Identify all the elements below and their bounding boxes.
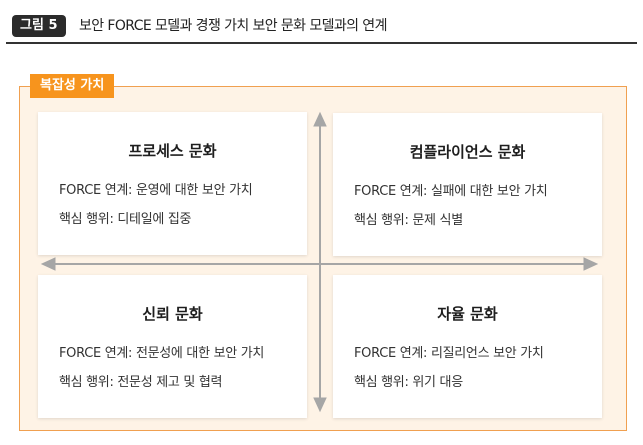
force-link-text: FORCE 연계: 리질리언스 보안 가치 <box>354 346 544 361</box>
core-behavior-text: 핵심 행위: 전문성 제고 및 협력 <box>59 375 223 390</box>
quadrant-compliance-culture: 컴플라이언스 문화 FORCE 연계: 실패에 대한 보안 가치 핵심 행위: … <box>333 113 602 256</box>
quadrant-process-culture: 프로세스 문화 FORCE 연계: 운영에 대한 보안 가치 핵심 행위: 디테… <box>38 112 307 255</box>
core-behavior-text: 핵심 행위: 문제 식별 <box>354 213 463 228</box>
force-link-text: FORCE 연계: 실패에 대한 보안 가치 <box>354 184 548 199</box>
complexity-value-tag: 복잡성 가치 <box>30 74 115 98</box>
force-link-text: FORCE 연계: 운영에 대한 보안 가치 <box>59 183 253 198</box>
header-rule <box>6 42 637 44</box>
quadrant-autonomy-culture: 자율 문화 FORCE 연계: 리질리언스 보안 가치 핵심 행위: 위기 대응 <box>333 275 602 418</box>
quadrant-title: 신뢰 문화 <box>142 305 203 323</box>
core-behavior-text: 핵심 행위: 위기 대응 <box>354 375 463 390</box>
quadrant-trust-culture: 신뢰 문화 FORCE 연계: 전문성에 대한 보안 가치 핵심 행위: 전문성… <box>38 275 307 418</box>
figure-title: 보안 FORCE 모델과 경쟁 가치 보안 문화 모델과의 연계 <box>79 18 387 34</box>
quadrant-title: 컴플라이언스 문화 <box>409 143 526 161</box>
force-link-text: FORCE 연계: 전문성에 대한 보안 가치 <box>59 346 265 361</box>
figure-header: 그림 5 보안 FORCE 모델과 경쟁 가치 보안 문화 모델과의 연계 <box>6 6 637 44</box>
figure-number-badge: 그림 5 <box>12 15 66 37</box>
quadrant-title: 프로세스 문화 <box>128 142 217 160</box>
quadrant-title: 자율 문화 <box>437 305 498 323</box>
core-behavior-text: 핵심 행위: 디테일에 집중 <box>59 212 192 227</box>
